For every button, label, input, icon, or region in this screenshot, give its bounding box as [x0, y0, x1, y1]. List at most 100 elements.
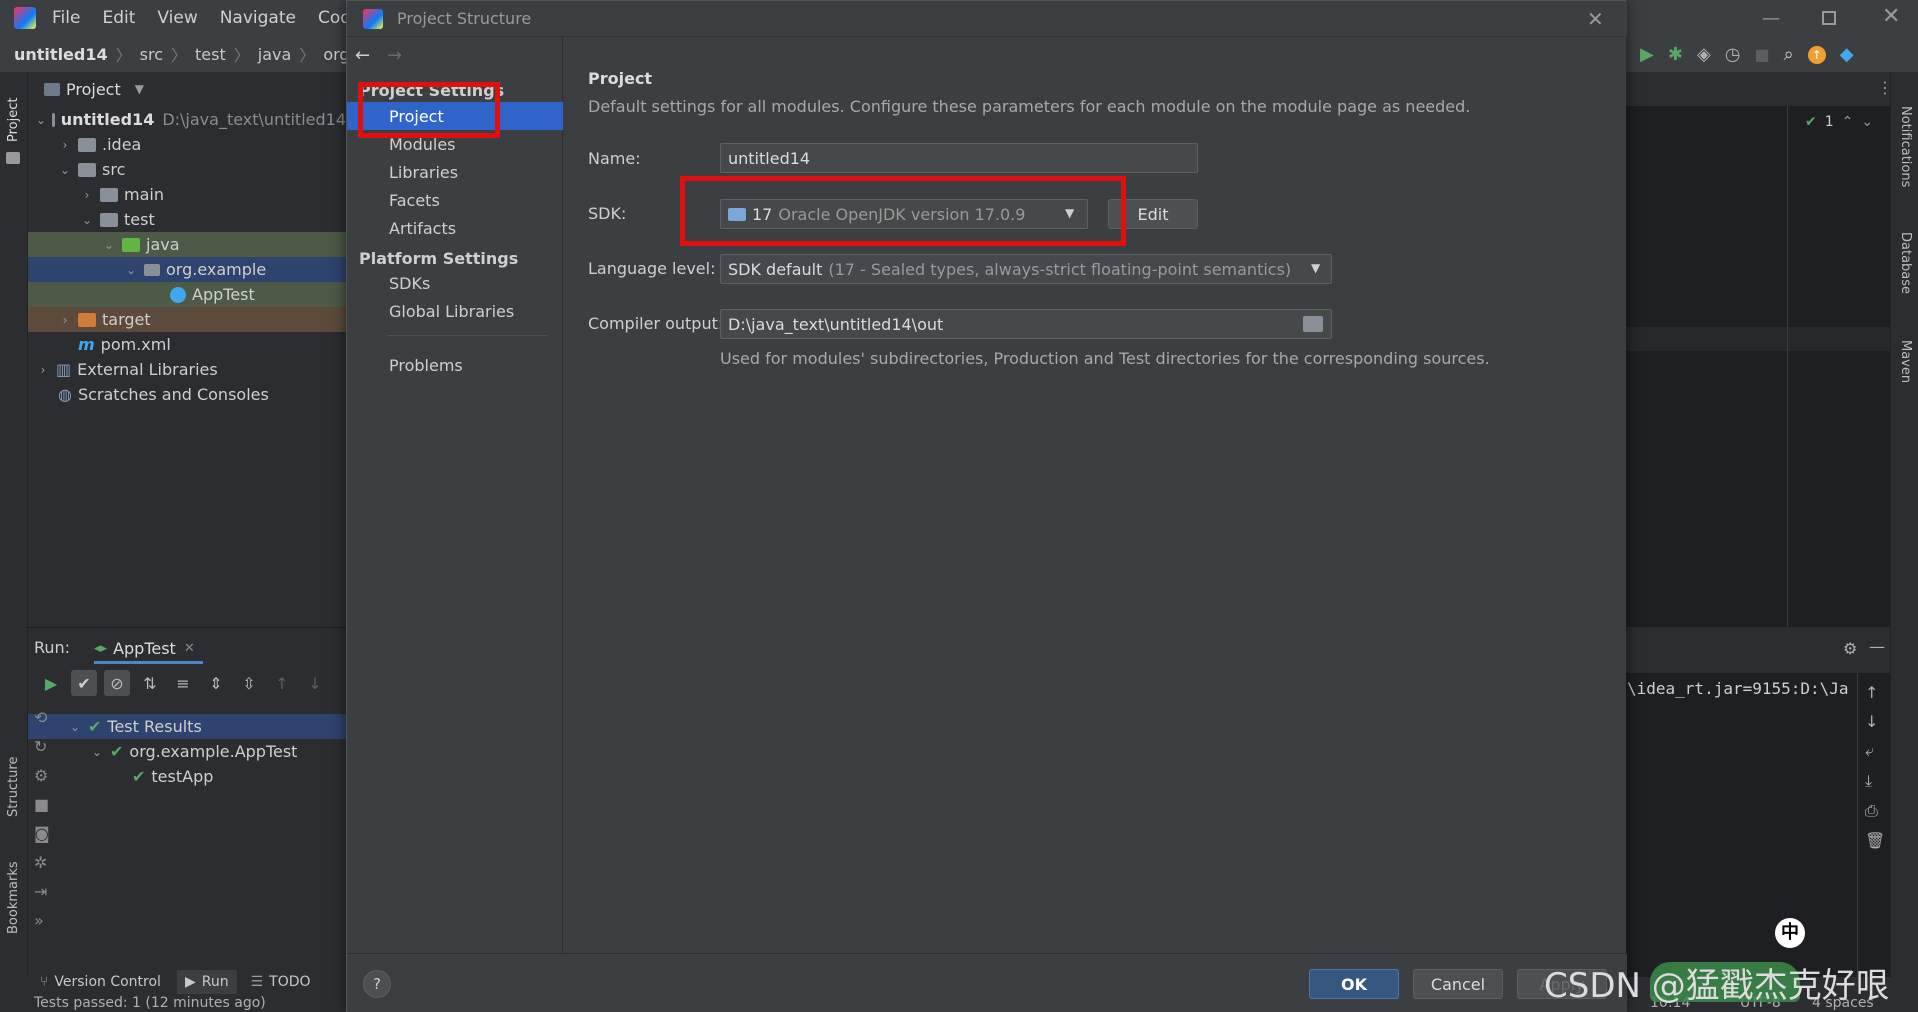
nav-item-artifacts[interactable]: Artifacts [347, 214, 563, 242]
close-dialog-icon[interactable]: ✕ [1587, 7, 1604, 31]
stop-icon[interactable]: ■ [1755, 45, 1770, 64]
collapse-all-icon[interactable]: ⇳ [236, 670, 262, 696]
more-icon[interactable]: » [34, 911, 50, 930]
language-level-dropdown[interactable]: SDK default (17 - Sealed types, always-s… [720, 254, 1332, 284]
settings-icon[interactable]: ✲ [34, 853, 50, 872]
notifications-tool-tab[interactable]: Notifications [1898, 106, 1913, 187]
chevron-right-icon[interactable]: › [80, 188, 94, 202]
profile-icon[interactable]: ◷ [1725, 44, 1741, 65]
coverage-icon[interactable]: ◈ [1697, 44, 1711, 65]
close-window-icon[interactable]: ✕ [1882, 4, 1900, 29]
soft-wrap-icon[interactable]: ⤶ [1865, 741, 1885, 761]
cancel-button[interactable]: Cancel [1413, 969, 1503, 999]
status-message[interactable]: Tests passed: 1 (12 minutes ago) [34, 995, 266, 1011]
camera-icon[interactable]: ◙ [34, 824, 50, 843]
toggle-auto-test-icon[interactable]: ↻ [34, 737, 50, 756]
chevron-down-icon[interactable]: ⌄ [102, 238, 116, 252]
chevron-down-icon[interactable]: ⌄ [1861, 114, 1873, 130]
chevron-down-icon[interactable]: ⌄ [124, 263, 138, 277]
debug-icon[interactable]: ✱ [1668, 44, 1683, 65]
run-tab-apptest[interactable]: ◂▸ AppTest ✕ [94, 636, 203, 664]
chevron-right-icon[interactable]: › [58, 138, 72, 152]
show-ignored-icon[interactable]: ⊘ [104, 670, 130, 696]
breadcrumb-java[interactable]: java [258, 45, 292, 64]
chevron-down-icon[interactable]: ⌄ [36, 113, 46, 127]
browse-folder-icon[interactable] [1303, 316, 1323, 332]
chevron-right-icon[interactable]: › [58, 313, 72, 327]
exit-icon[interactable]: ⇥ [34, 882, 50, 901]
tab-version-control[interactable]: Version Control [54, 974, 161, 990]
run-icon[interactable]: ▶ [1640, 44, 1654, 65]
tree-item-untitled14[interactable]: ⌄ untitled14 D:\java_text\untitled14 [28, 107, 346, 132]
nav-item-global-libraries[interactable]: Global Libraries [347, 297, 563, 325]
tree-item-main[interactable]: › main [28, 182, 346, 207]
tree-item-test[interactable]: ⌄ test [28, 207, 346, 232]
tree-item-org-example[interactable]: ⌄ org.example [28, 257, 346, 282]
trash-icon[interactable]: 🗑 [1865, 831, 1885, 850]
sort-duration-icon[interactable]: ≡ [170, 670, 196, 696]
bookmarks-tool-tab[interactable]: Bookmarks [6, 861, 21, 934]
search-icon[interactable]: ⌕ [1784, 44, 1794, 65]
compiler-output-field[interactable]: D:\java_text\untitled14\out [720, 309, 1332, 339]
help-button[interactable]: ? [363, 970, 391, 998]
stop-icon[interactable]: ■ [34, 795, 50, 814]
nav-item-problems[interactable]: Problems [347, 351, 563, 379]
menu-navigate[interactable]: Navigate [220, 8, 296, 28]
rerun-failed-icon[interactable]: ⟲ [34, 708, 50, 727]
name-field[interactable]: untitled14 [720, 143, 1198, 173]
plugin-icon[interactable]: ◆ [1840, 44, 1854, 65]
tree-item-src[interactable]: ⌄ src [28, 157, 346, 182]
rerun-icon[interactable]: ▶ [38, 670, 64, 696]
inspection-count[interactable]: 1 [1825, 114, 1834, 130]
test-method-row[interactable]: ✔ testApp [28, 764, 346, 789]
breadcrumb-project[interactable]: untitled14 [14, 45, 108, 64]
scroll-end-icon[interactable]: ⤓ [1865, 771, 1885, 791]
next-icon[interactable]: ↓ [302, 670, 328, 696]
tree-item-scratches[interactable]: ◍ Scratches and Consoles [28, 382, 346, 407]
test-class-row[interactable]: ⌄ ✔ org.example.AppTest [28, 739, 346, 764]
tree-item-idea[interactable]: › .idea [28, 132, 346, 157]
nav-item-facets[interactable]: Facets [347, 186, 563, 214]
sort-alpha-icon[interactable]: ⇅ [137, 670, 163, 696]
tree-item-external-libraries[interactable]: › ▥ External Libraries [28, 357, 346, 382]
back-icon[interactable]: ← [355, 45, 370, 66]
nav-item-libraries[interactable]: Libraries [347, 158, 563, 186]
tree-item-java[interactable]: ⌄ java [28, 232, 346, 257]
breadcrumb-test[interactable]: test [195, 45, 226, 64]
project-panel-title[interactable]: Project [66, 80, 121, 99]
chevron-down-icon[interactable]: ⌄ [90, 745, 104, 759]
maven-tool-tab[interactable]: Maven [1898, 340, 1913, 383]
close-tab-icon[interactable]: ✕ [184, 641, 195, 656]
show-passed-icon[interactable]: ✔ [71, 670, 97, 696]
scroll-down-icon[interactable]: ↓ [1865, 712, 1885, 731]
tab-run[interactable]: ▶ Run [176, 970, 237, 994]
wrench-icon[interactable]: ⚙ [34, 766, 50, 785]
tree-item-target[interactable]: › target [28, 307, 346, 332]
menu-file[interactable]: File [52, 8, 80, 28]
nav-item-sdks[interactable]: SDKs [347, 269, 563, 297]
gear-icon[interactable]: ⚙ [1843, 639, 1857, 658]
chevron-down-icon[interactable]: ⌄ [80, 213, 94, 227]
print-icon[interactable]: ⎙ [1865, 801, 1885, 821]
tree-item-pom[interactable]: m pom.xml [28, 332, 346, 357]
chevron-down-icon[interactable]: ⌄ [68, 720, 82, 734]
tree-item-apptest[interactable]: AppTest [28, 282, 346, 307]
database-tool-tab[interactable]: Database [1898, 232, 1913, 294]
forward-icon[interactable]: → [387, 45, 402, 66]
chevron-up-icon[interactable]: ⌃ [1842, 114, 1854, 130]
minimize-icon[interactable]: — [1762, 8, 1780, 29]
menu-edit[interactable]: Edit [102, 8, 135, 28]
menu-view[interactable]: View [157, 8, 197, 28]
ok-button[interactable]: OK [1309, 969, 1399, 999]
structure-tool-tab[interactable]: Structure [6, 757, 21, 817]
project-tool-tab[interactable]: Project [6, 98, 21, 142]
prev-icon[interactable]: ↑ [269, 670, 295, 696]
expand-all-icon[interactable]: ⇕ [203, 670, 229, 696]
restore-icon[interactable] [1822, 11, 1836, 25]
tab-todo[interactable]: TODO [269, 974, 310, 990]
chevron-down-icon[interactable]: ▼ [135, 82, 144, 96]
test-results-row[interactable]: ⌄ ✔ Test Results [28, 714, 346, 739]
breadcrumb-src[interactable]: src [140, 45, 163, 64]
update-icon[interactable]: ↑ [1807, 45, 1826, 64]
scroll-up-icon[interactable]: ↑ [1865, 683, 1885, 702]
